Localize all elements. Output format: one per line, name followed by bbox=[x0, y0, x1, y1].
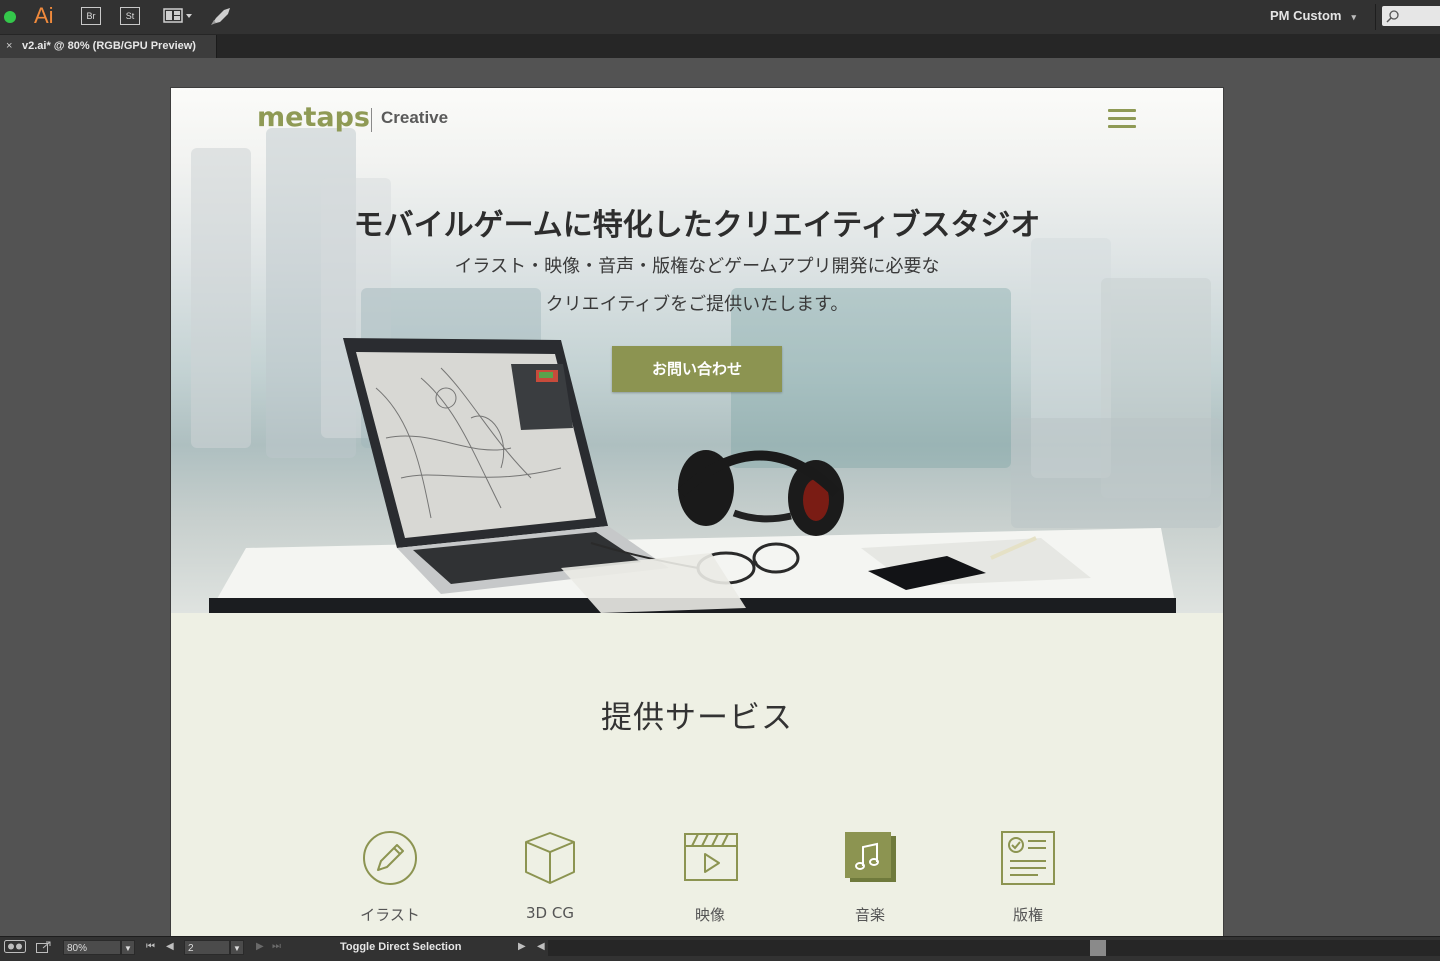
artboard-number-input[interactable]: 2 bbox=[184, 940, 230, 955]
bridge-button[interactable]: Br bbox=[81, 7, 101, 25]
workspace-label: PM Custom bbox=[1269, 8, 1342, 23]
first-artboard-icon[interactable]: ⏮ bbox=[146, 941, 155, 952]
tool-status-text: Toggle Direct Selection bbox=[340, 941, 462, 953]
stock-button[interactable]: St bbox=[120, 7, 140, 25]
next-artboard-icon[interactable]: ▶ bbox=[256, 941, 264, 952]
hamburger-menu-icon[interactable] bbox=[1108, 109, 1136, 129]
zoom-input[interactable]: 80% bbox=[63, 940, 121, 955]
service-item-illustration[interactable]: イラスト bbox=[340, 828, 440, 925]
share-icon[interactable] bbox=[36, 940, 52, 956]
divider bbox=[1375, 4, 1376, 30]
status-bar: 80% ▼ ⏮ ◀ 2 ▼ ▶ ⏭ Toggle Direct Selectio… bbox=[0, 936, 1440, 961]
last-artboard-icon[interactable]: ⏭ bbox=[272, 941, 281, 952]
brand-sub: Creative bbox=[381, 108, 449, 127]
gpu-status-icon[interactable] bbox=[4, 940, 26, 956]
document-tab-title: v2.ai* @ 80% (RGB/GPU Preview) bbox=[22, 40, 196, 52]
service-label: イラスト bbox=[360, 906, 420, 924]
previous-artboard-icon[interactable]: ◀ bbox=[166, 941, 174, 952]
service-label: 音楽 bbox=[854, 906, 885, 924]
horizontal-scrollbar[interactable] bbox=[548, 940, 1440, 956]
clapperboard-play-icon bbox=[680, 828, 740, 888]
service-item-3dcg[interactable]: 3D CG bbox=[500, 828, 600, 922]
music-note-icon bbox=[840, 828, 900, 888]
scrollbar-thumb[interactable] bbox=[1090, 940, 1106, 956]
workspace-switcher[interactable]: PM Custom ▾ bbox=[1270, 8, 1356, 23]
services-title: 提供サービス bbox=[601, 700, 793, 736]
hero-section: metaps Creative モバイルゲームに特化したクリエイティブスタジオ … bbox=[171, 88, 1223, 613]
artboard[interactable]: metaps Creative モバイルゲームに特化したクリエイティブスタジオ … bbox=[171, 88, 1223, 936]
application-bar: Ai Br St PM Custom ▾ bbox=[0, 0, 1440, 35]
arrange-documents-icon[interactable] bbox=[163, 8, 193, 28]
cube-icon bbox=[520, 828, 580, 888]
hero-headline: モバイルゲームに特化したクリエイティブスタジオ bbox=[353, 208, 1041, 243]
service-item-video[interactable]: 映像 bbox=[660, 828, 760, 925]
chevron-down-icon[interactable]: ▼ bbox=[121, 940, 135, 955]
pencil-circle-icon bbox=[360, 828, 420, 888]
hero-subline-2: クリエイティブをご提供いたします。 bbox=[545, 294, 849, 315]
search-icon bbox=[1386, 10, 1399, 23]
service-item-license[interactable]: 版権 bbox=[978, 828, 1078, 925]
service-label: 3D CG bbox=[526, 904, 574, 922]
brand-divider bbox=[371, 108, 372, 132]
brand-name: metaps bbox=[257, 102, 370, 133]
status-menu-icon[interactable]: ▶ bbox=[518, 941, 526, 952]
chevron-down-icon[interactable]: ▼ bbox=[230, 940, 244, 955]
document-tab-bar: × v2.ai* @ 80% (RGB/GPU Preview) bbox=[0, 35, 1440, 58]
hero-subline-1: イラスト・映像・音声・版権などゲームアプリ開発に必要な bbox=[454, 256, 940, 277]
service-label: 映像 bbox=[694, 906, 725, 924]
chevron-down-icon: ▾ bbox=[1351, 12, 1356, 22]
search-input[interactable] bbox=[1382, 6, 1440, 26]
service-label: 版権 bbox=[1012, 906, 1043, 924]
scroll-left-icon[interactable]: ◀ bbox=[537, 941, 545, 952]
service-item-music[interactable]: 音楽 bbox=[820, 828, 920, 925]
close-icon[interactable]: × bbox=[6, 35, 12, 58]
window-status-dot[interactable] bbox=[4, 11, 16, 23]
document-tab[interactable]: × v2.ai* @ 80% (RGB/GPU Preview) bbox=[0, 35, 217, 58]
contact-button[interactable]: お問い合わせ bbox=[612, 346, 782, 392]
illustrator-logo: Ai bbox=[34, 3, 54, 28]
certificate-document-icon bbox=[998, 828, 1058, 888]
gpu-performance-icon[interactable] bbox=[210, 6, 232, 30]
